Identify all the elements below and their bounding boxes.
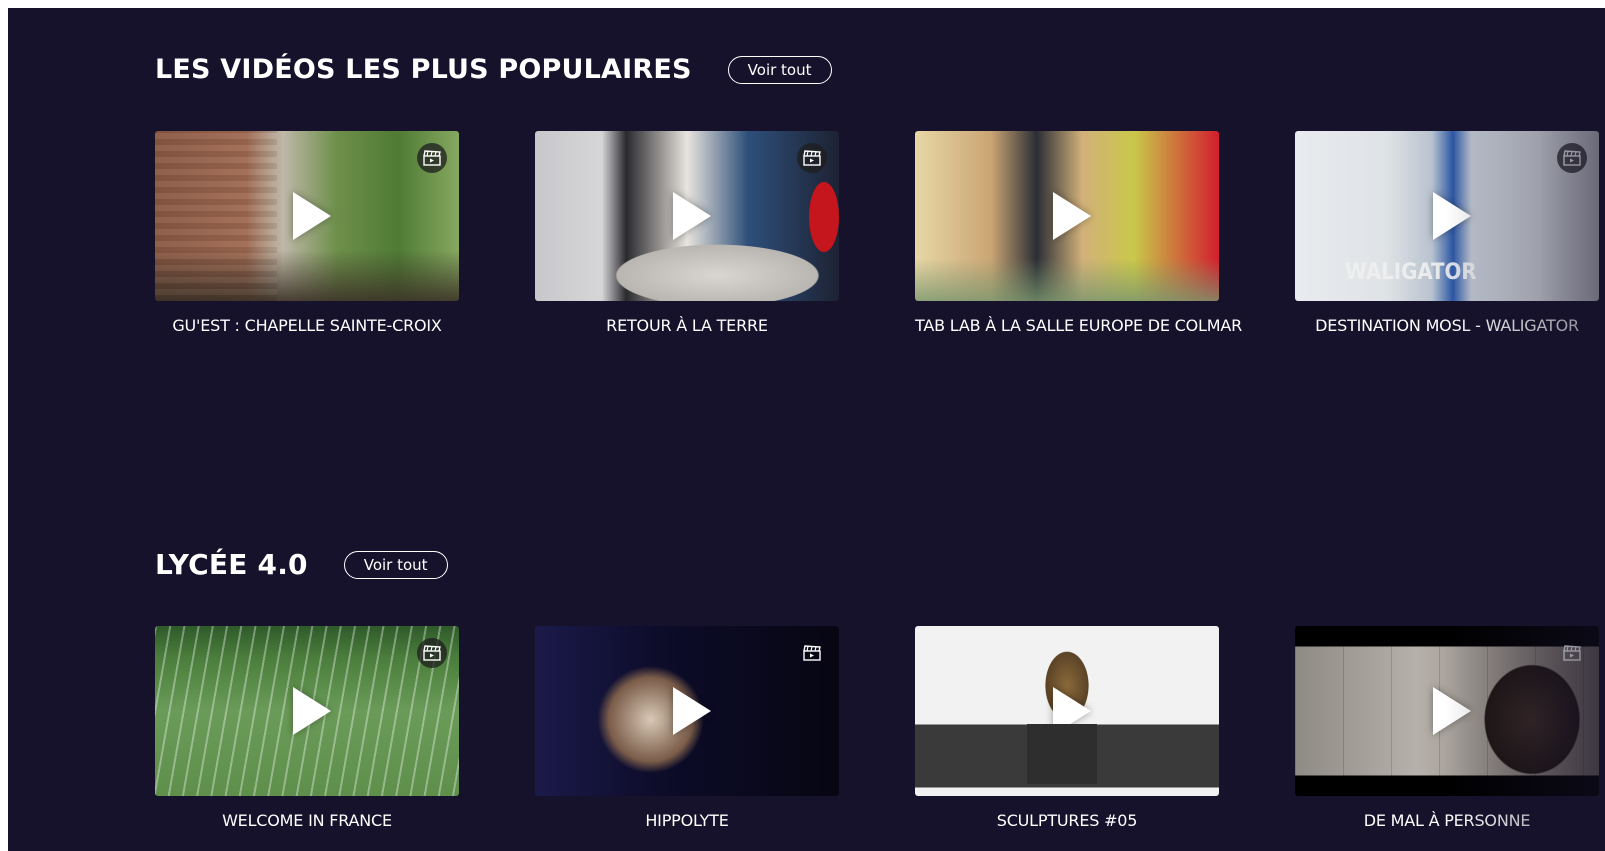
section-header-popular: LES VIDÉOS LES PLUS POPULAIRES Voir tout — [155, 54, 832, 85]
voir-tout-button[interactable]: Voir tout — [727, 55, 832, 84]
video-thumbnail[interactable] — [1295, 626, 1599, 796]
section-header-lycee: LYCÉE 4.0 Voir tout — [155, 548, 448, 581]
play-icon[interactable] — [673, 192, 711, 240]
video-card[interactable]: GU'EST : CHAPELLE SAINTE-CROIX — [155, 131, 459, 335]
video-title[interactable]: TAB LAB À LA SALLE EUROPE DE COLMAR — [915, 316, 1242, 335]
video-title[interactable]: SCULPTURES #05 — [915, 811, 1219, 830]
video-title[interactable]: HIPPOLYTE — [535, 811, 839, 830]
video-thumbnail[interactable] — [915, 131, 1219, 301]
video-thumbnail[interactable] — [155, 131, 459, 301]
play-icon[interactable] — [1053, 687, 1091, 735]
video-thumbnail[interactable] — [915, 626, 1219, 796]
play-icon[interactable] — [1433, 192, 1471, 240]
video-thumbnail[interactable] — [535, 626, 839, 796]
video-card[interactable]: DESTINATION MOSL - WALIGATOR — [1295, 131, 1599, 335]
clapperboard-icon — [797, 143, 827, 173]
play-icon[interactable] — [1433, 687, 1471, 735]
section-title: LES VIDÉOS LES PLUS POPULAIRES — [155, 54, 692, 85]
video-card[interactable]: DE MAL À PERSONNE — [1295, 626, 1599, 830]
clapperboard-icon — [417, 143, 447, 173]
clapperboard-icon — [797, 638, 827, 668]
clapperboard-icon — [1557, 638, 1587, 668]
section-title: LYCÉE 4.0 — [155, 548, 308, 581]
video-thumbnail[interactable] — [155, 626, 459, 796]
video-title[interactable]: DESTINATION MOSL - WALIGATOR — [1295, 316, 1599, 335]
clapperboard-icon — [1557, 143, 1587, 173]
voir-tout-button[interactable]: Voir tout — [343, 550, 448, 579]
play-icon[interactable] — [673, 687, 711, 735]
video-thumbnail[interactable] — [1295, 131, 1599, 301]
video-card[interactable]: RETOUR À LA TERRE — [535, 131, 839, 335]
video-card[interactable]: WELCOME IN FRANCE — [155, 626, 459, 830]
video-title[interactable]: WELCOME IN FRANCE — [155, 811, 459, 830]
video-title[interactable]: RETOUR À LA TERRE — [535, 316, 839, 335]
video-title[interactable]: GU'EST : CHAPELLE SAINTE-CROIX — [155, 316, 459, 335]
video-card[interactable]: TAB LAB À LA SALLE EUROPE DE COLMAR — [915, 131, 1242, 335]
video-card[interactable]: HIPPOLYTE — [535, 626, 839, 830]
page-content: LES VIDÉOS LES PLUS POPULAIRES Voir tout… — [8, 8, 1605, 851]
video-thumbnail[interactable] — [535, 131, 839, 301]
video-title[interactable]: DE MAL À PERSONNE — [1295, 811, 1599, 830]
video-card[interactable]: SCULPTURES #05 — [915, 626, 1219, 830]
clapperboard-icon — [417, 638, 447, 668]
play-icon[interactable] — [1053, 192, 1091, 240]
video-carousel-popular: GU'EST : CHAPELLE SAINTE-CROIX RETOUR À … — [155, 131, 1599, 335]
video-carousel-lycee: WELCOME IN FRANCE HIPPOLYTE SCULPTURES #… — [155, 626, 1599, 830]
play-icon[interactable] — [293, 687, 331, 735]
play-icon[interactable] — [293, 192, 331, 240]
